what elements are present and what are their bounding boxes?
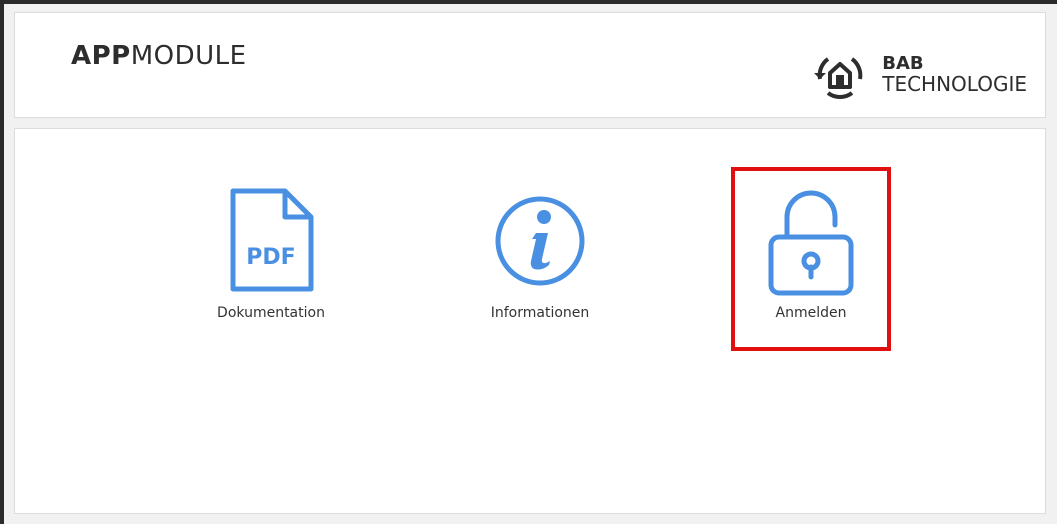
content-panel: PDF Dokumentation Informationen Anmelden [14,128,1046,514]
tile-dokumentation[interactable]: PDF Dokumentation [201,185,341,321]
unlocked-padlock-icon [768,190,854,296]
header-bar: APPMODULE BAB TECHNOLOGIE [14,12,1046,118]
app-title-light: MODULE [130,41,247,71]
app-title-bold: APP [71,41,131,71]
tile-label: Anmelden [775,305,847,321]
pdf-icon-text: PDF [246,245,295,270]
tile-label: Informationen [490,305,590,321]
logo-line2: TECHNOLOGIE [882,71,1027,96]
info-icon [495,196,585,286]
tile-label: Dokumentation [217,305,325,321]
tile-anmelden[interactable]: Anmelden [731,167,891,351]
house-logo-icon [814,57,863,99]
app-title: APPMODULE [71,43,247,69]
tile-informationen[interactable]: Informationen [470,185,610,321]
app-frame: APPMODULE BAB TECHNOLOGIE PDF Dokumentat… [0,0,1057,524]
bab-logo: BAB TECHNOLOGIE [808,49,1027,101]
pdf-document-icon: PDF [230,188,314,292]
